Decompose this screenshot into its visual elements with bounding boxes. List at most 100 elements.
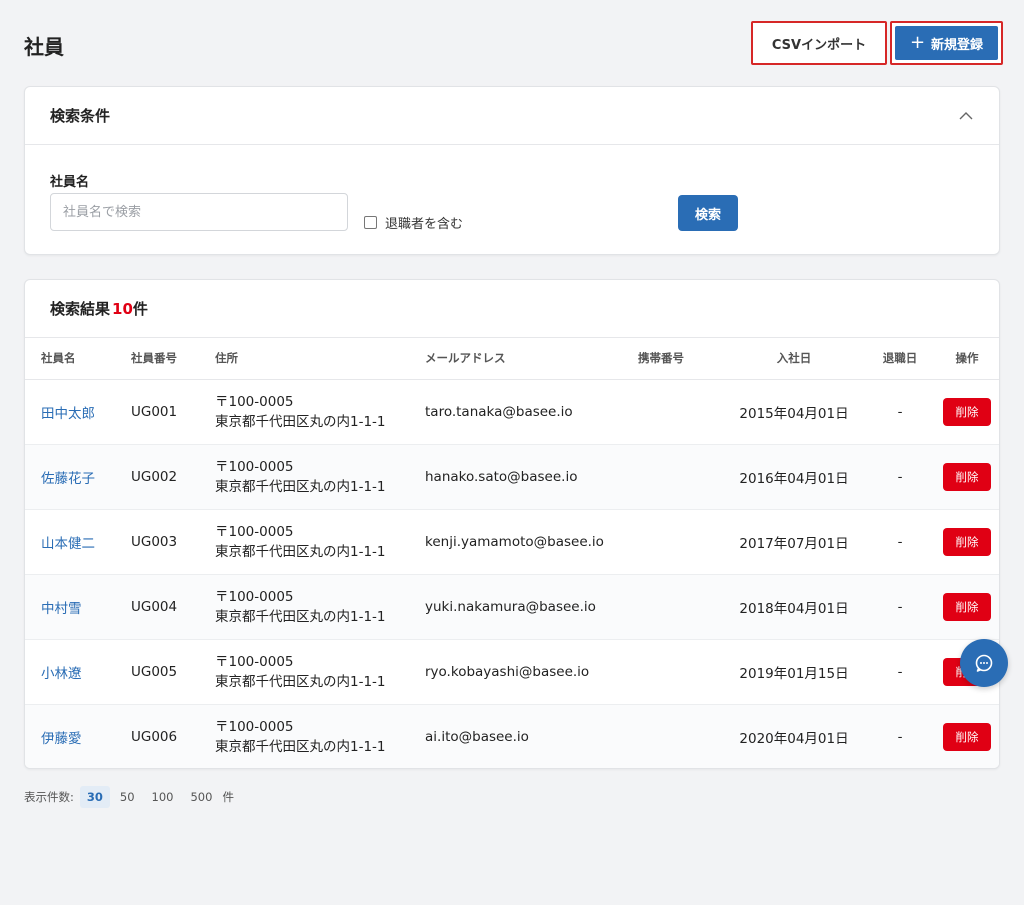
col-header-actions: 操作 — [935, 338, 999, 380]
chevron-up-icon[interactable] — [959, 109, 973, 123]
delete-button[interactable]: 削除 — [943, 462, 991, 491]
street-address: 東京都千代田区丸の内1-1-1 — [215, 738, 386, 755]
employee-id: UG005 — [131, 639, 215, 705]
table-row: 山本健二 UG003 〒100-0005 東京都千代田区丸の内1-1-1 kenj… — [25, 509, 999, 575]
search-panel-header: 検索条件 — [25, 87, 999, 145]
page-size-option-50[interactable]: 50 — [113, 786, 142, 808]
employee-retired-date: - — [865, 574, 935, 640]
employee-address: 〒100-0005 東京都千代田区丸の内1-1-1 — [215, 574, 425, 640]
employee-name-link[interactable]: 山本健二 — [41, 536, 95, 552]
col-header-email[interactable]: メールアドレス — [425, 338, 638, 380]
page-title: 社員 — [24, 35, 64, 59]
street-address: 東京都千代田区丸の内1-1-1 — [215, 413, 386, 430]
delete-button[interactable]: 削除 — [943, 527, 991, 556]
col-header-address[interactable]: 住所 — [215, 338, 425, 380]
postal-code: 〒100-0005 — [215, 588, 294, 605]
results-title: 検索結果 — [50, 300, 111, 318]
employee-name-input[interactable] — [50, 193, 348, 231]
search-panel-title: 検索条件 — [50, 107, 111, 125]
postal-code: 〒100-0005 — [215, 653, 294, 670]
employee-email: yuki.nakamura@basee.io — [425, 574, 638, 640]
page-size-option-500[interactable]: 500 — [183, 786, 219, 808]
employee-name-link[interactable]: 佐藤花子 — [41, 471, 95, 487]
search-button[interactable]: 検索 — [678, 195, 738, 231]
employee-mobile — [638, 574, 723, 640]
chat-button[interactable] — [960, 639, 1008, 687]
table-row: 小林遼 UG005 〒100-0005 東京都千代田区丸の内1-1-1 ryo.k… — [25, 639, 999, 705]
new-register-button[interactable]: + 新規登録 — [890, 21, 1003, 65]
employee-address: 〒100-0005 東京都千代田区丸の内1-1-1 — [215, 704, 425, 768]
employee-retired-date: - — [865, 509, 935, 575]
street-address: 東京都千代田区丸の内1-1-1 — [215, 543, 386, 560]
results-count: 10 — [112, 299, 133, 318]
employee-email: ai.ito@basee.io — [425, 728, 529, 745]
employee-joined-date: 2015年04月01日 — [723, 379, 865, 445]
include-retired-checkbox[interactable] — [364, 216, 377, 229]
employee-table: 社員名 社員番号 住所 メールアドレス 携帯番号 入社日 退職日 操作 田中太郎… — [25, 338, 999, 768]
employee-joined-date: 2016年04月01日 — [723, 444, 865, 510]
postal-code: 〒100-0005 — [215, 458, 294, 475]
employee-mobile — [638, 509, 723, 575]
postal-code: 〒100-0005 — [215, 523, 294, 540]
employee-joined-date: 2019年01月15日 — [723, 639, 865, 705]
table-row: 佐藤花子 UG002 〒100-0005 東京都千代田区丸の内1-1-1 hana… — [25, 444, 999, 510]
results-panel: 検索結果 10 件 社員名 社員番号 住所 メールアドレス 携帯番号 入社日 退… — [24, 279, 1000, 769]
postal-code: 〒100-0005 — [215, 393, 294, 410]
new-register-label: 新規登録 — [931, 37, 984, 53]
employee-name-link[interactable]: 小林遼 — [41, 666, 82, 682]
employee-address: 〒100-0005 東京都千代田区丸の内1-1-1 — [215, 444, 425, 510]
postal-code: 〒100-0005 — [215, 718, 294, 735]
employee-id: UG001 — [131, 379, 215, 445]
employee-email: taro.tanaka@basee.io — [425, 379, 638, 445]
employee-retired-date: - — [865, 444, 935, 510]
employee-name-link[interactable]: 中村雪 — [41, 601, 82, 617]
col-header-name[interactable]: 社員名 — [25, 338, 131, 380]
employee-mobile — [638, 639, 723, 705]
employee-mobile — [638, 444, 723, 510]
employee-retired-date: - — [865, 639, 935, 705]
employee-mobile — [638, 379, 723, 445]
employee-address: 〒100-0005 東京都千代田区丸の内1-1-1 — [215, 639, 425, 705]
employee-id: UG004 — [131, 574, 215, 640]
col-header-joined[interactable]: 入社日 — [723, 338, 865, 380]
employee-name-link[interactable]: 田中太郎 — [41, 406, 95, 422]
employee-joined-date: 2018年04月01日 — [723, 574, 865, 640]
chat-bubble-icon — [975, 654, 993, 672]
delete-button[interactable]: 削除 — [943, 397, 991, 426]
employee-retired-date: - — [865, 379, 935, 445]
col-header-retired[interactable]: 退職日 — [865, 338, 935, 380]
results-header: 検索結果 10 件 — [25, 280, 999, 338]
page-size-unit: 件 — [222, 790, 234, 804]
employee-retired-date: - — [897, 728, 903, 745]
col-header-mobile[interactable]: 携帯番号 — [638, 338, 723, 380]
employee-id: UG002 — [131, 444, 215, 510]
page-size-option-100[interactable]: 100 — [145, 786, 181, 808]
employee-joined-date: 2020年04月01日 — [739, 730, 849, 747]
delete-button[interactable]: 削除 — [943, 722, 991, 751]
employee-mobile — [638, 704, 723, 768]
employee-name-label: 社員名 — [50, 175, 90, 190]
include-retired-label: 退職者を含む — [385, 217, 464, 232]
page-size-label: 表示件数: — [24, 790, 74, 804]
page-size-selector: 表示件数: 30 50 100 500 件 — [24, 786, 234, 808]
csv-import-button[interactable]: CSVインポート — [751, 21, 887, 65]
delete-button[interactable]: 削除 — [943, 592, 991, 621]
results-count-unit: 件 — [132, 300, 148, 318]
table-row: 中村雪 UG004 〒100-0005 東京都千代田区丸の内1-1-1 yuki.… — [25, 574, 999, 640]
employee-email: ryo.kobayashi@basee.io — [425, 639, 638, 705]
employee-id: UG006 — [131, 728, 178, 745]
plus-icon: + — [909, 32, 926, 53]
col-header-id[interactable]: 社員番号 — [131, 338, 215, 380]
employee-address: 〒100-0005 東京都千代田区丸の内1-1-1 — [215, 509, 425, 575]
include-retired-option[interactable]: 退職者を含む — [364, 213, 463, 232]
street-address: 東京都千代田区丸の内1-1-1 — [215, 673, 386, 690]
page-size-option-30[interactable]: 30 — [79, 786, 110, 808]
table-row: 田中太郎 UG001 〒100-0005 東京都千代田区丸の内1-1-1 taro… — [25, 379, 999, 445]
table-row: 伊藤愛 UG006 〒100-0005 東京都千代田区丸の内1-1-1 ai.it… — [25, 704, 999, 768]
street-address: 東京都千代田区丸の内1-1-1 — [215, 478, 386, 495]
employee-name-link[interactable]: 伊藤愛 — [41, 731, 82, 747]
street-address: 東京都千代田区丸の内1-1-1 — [215, 608, 386, 625]
search-panel: 検索条件 社員名 退職者を含む 検索 — [24, 86, 1000, 255]
employee-email: kenji.yamamoto@basee.io — [425, 509, 638, 575]
employee-address: 〒100-0005 東京都千代田区丸の内1-1-1 — [215, 379, 425, 445]
